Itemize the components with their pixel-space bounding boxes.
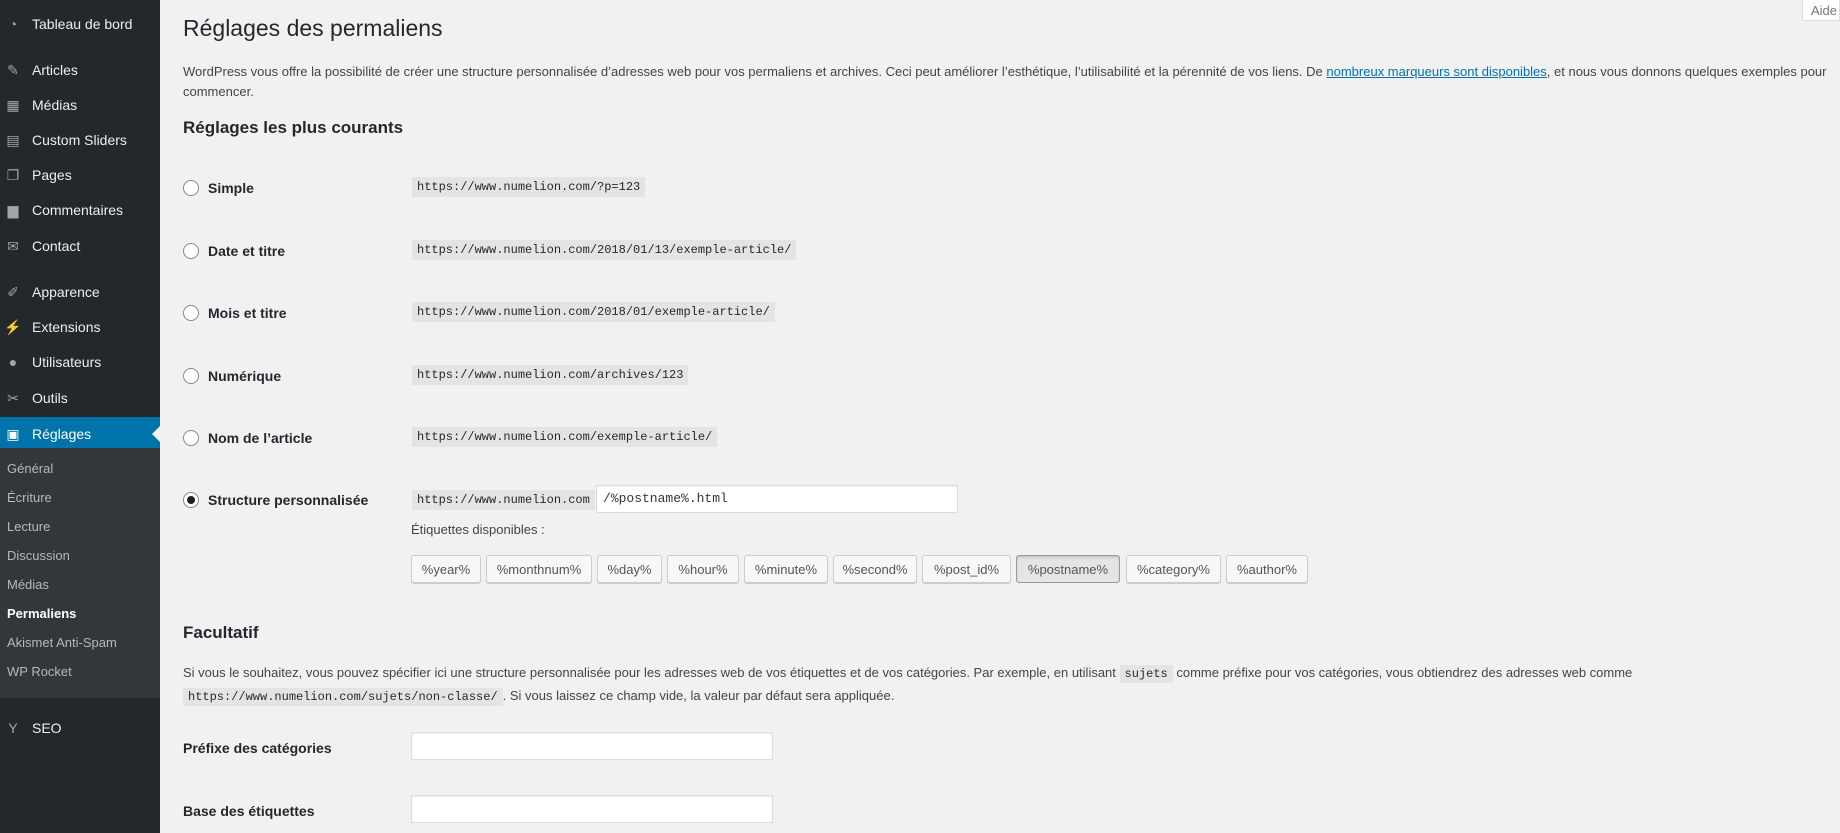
option-label: Mois et titre: [208, 305, 287, 321]
sidebar-item-label: Utilisateurs: [32, 354, 102, 370]
sidebar-item-outils[interactable]: ✂ Outils: [0, 381, 160, 415]
radio-custom-structure[interactable]: [183, 492, 199, 508]
settings-icon: ▣: [6, 425, 20, 442]
submenu-item-discussion[interactable]: Discussion: [7, 548, 70, 563]
submenu-item-permaliens[interactable]: Permaliens: [7, 606, 76, 621]
common-settings-heading: Réglages les plus courants: [183, 118, 404, 137]
yoast-icon: Y: [8, 720, 18, 736]
optional-code-url: https://www.numelion.com/sujets/non-clas…: [183, 688, 503, 706]
sidebar-item-contact[interactable]: ✉ Contact: [0, 229, 160, 263]
pages-icon: ❐: [6, 166, 20, 183]
radio-option[interactable]: [183, 305, 199, 321]
optional-code-prefix: sujets: [1119, 665, 1173, 683]
sidebar-item-label: Apparence: [32, 284, 100, 300]
media-icon: ▦: [6, 96, 20, 113]
option-example-url: https://www.numelion.com/2018/01/exemple…: [412, 302, 775, 322]
tag-button-second[interactable]: %second%: [833, 555, 917, 583]
tag-button-day[interactable]: %day%: [597, 555, 662, 583]
users-icon: ●: [8, 354, 18, 370]
sidebar-item-label: Médias: [32, 97, 78, 113]
tag-button-monthnum[interactable]: %monthnum%: [486, 555, 592, 583]
wrench-icon: ✂: [7, 389, 19, 406]
tag-button-minute[interactable]: %minute%: [744, 555, 828, 583]
sidebar-item-label: Contact: [32, 238, 81, 254]
option-example-url: https://www.numelion.com/archives/123: [412, 365, 689, 385]
tag-base-input[interactable]: [411, 795, 773, 823]
tag-button-category[interactable]: %category%: [1126, 555, 1221, 583]
submenu-item-akismet-anti-spam[interactable]: Akismet Anti-Spam: [7, 635, 117, 650]
custom-structure-base: https://www.numelion.com: [412, 490, 595, 510]
option-example-url: https://www.numelion.com/exemple-article…: [412, 427, 718, 447]
tag-base-label: Base des étiquettes: [183, 803, 315, 819]
submenu-item-lecture[interactable]: Lecture: [7, 519, 50, 534]
sidebar-item-apparence[interactable]: ✐ Apparence: [0, 275, 160, 309]
sidebar-item-label: Pages: [32, 167, 72, 183]
tags-documentation-link[interactable]: nombreux marqueurs sont disponibles: [1326, 64, 1546, 79]
option-label: Date et titre: [208, 243, 286, 259]
page-title: Réglages des permaliens: [183, 15, 443, 41]
category-base-label: Préfixe des catégories: [183, 740, 332, 756]
option-label: Simple: [208, 180, 254, 196]
tag-button-post-id[interactable]: %post_id%: [922, 555, 1011, 583]
optional-desc-part-3: . Si vous laissez ce champ vide, la vale…: [502, 688, 895, 703]
main-content: Aide Réglages des permaliens WordPress v…: [160, 0, 1840, 833]
submenu-item-ecriture[interactable]: Écriture: [7, 490, 52, 505]
paintbrush-icon: ✐: [7, 283, 19, 300]
sidebar-item-label: Extensions: [32, 319, 101, 335]
sidebar-item-label: Commentaires: [32, 202, 124, 218]
tag-button-postname[interactable]: %postname%: [1016, 555, 1120, 583]
custom-structure-input[interactable]: /%postname%.html: [596, 485, 958, 513]
sidebar-item-label: SEO: [32, 720, 62, 736]
slides-icon: ▤: [6, 131, 20, 148]
envelope-icon: ✉: [7, 237, 19, 254]
radio-option[interactable]: [183, 368, 199, 384]
sidebar-item-pages[interactable]: ❐ Pages: [0, 158, 160, 192]
submenu-item-wp-rocket[interactable]: WP Rocket: [7, 664, 72, 679]
sidebar-item-label: Custom Sliders: [32, 132, 127, 148]
optional-description: Si vous le souhaitez, vous pouvez spécif…: [183, 662, 1840, 708]
sidebar-item-articles[interactable]: ✎ Articles: [0, 53, 160, 87]
submenu-item-general[interactable]: Général: [7, 461, 53, 476]
tag-button-author[interactable]: %author%: [1226, 555, 1308, 583]
sidebar-item-medias[interactable]: ▦ Médias: [0, 88, 160, 122]
sidebar-item-label: Articles: [32, 62, 78, 78]
available-tags-label: Étiquettes disponibles :: [411, 522, 545, 537]
optional-heading: Facultatif: [183, 623, 259, 642]
sidebar-item-label: Tableau de bord: [32, 16, 133, 32]
sidebar-item-utilisateurs[interactable]: ● Utilisateurs: [0, 345, 160, 379]
sidebar-item-extensions[interactable]: ⚡ Extensions: [0, 310, 160, 344]
tag-button-hour[interactable]: %hour%: [667, 555, 739, 583]
plugin-icon: ⚡: [4, 318, 22, 335]
sidebar-item-label: Réglages: [32, 426, 92, 442]
settings-submenu: Général Écriture Lecture Discussion Médias Pe…: [0, 448, 160, 698]
tag-button-year[interactable]: %year%: [411, 555, 481, 583]
sidebar-item-label: Outils: [32, 390, 68, 406]
intro-text: WordPress vous offre la possibilité de c…: [183, 62, 1840, 102]
optional-desc-part-1: Si vous le souhaitez, vous pouvez spécif…: [183, 665, 1120, 680]
custom-structure-label: Structure personnalisée: [208, 492, 369, 508]
option-label: Nom de l’article: [208, 430, 313, 446]
help-tab-label: Aide: [1811, 2, 1838, 18]
sidebar-item-reglages[interactable]: ▣ Réglages: [0, 417, 160, 451]
optional-desc-part-2: comme préfixe pour vos catégories, vous …: [1172, 665, 1633, 680]
radio-option[interactable]: [183, 243, 199, 259]
admin-sidebar: ◔ Tableau de bord ✎ Articles ▦ Médias ▤ Custom …: [0, 0, 160, 833]
category-base-input[interactable]: [411, 732, 773, 760]
submenu-item-medias[interactable]: Médias: [7, 577, 49, 592]
option-label: Numérique: [208, 368, 282, 384]
option-example-url: https://www.numelion.com/2018/01/13/exem…: [412, 240, 797, 260]
radio-option[interactable]: [183, 430, 199, 446]
sidebar-item-custom-sliders[interactable]: ▤ Custom Sliders: [0, 123, 160, 157]
comment-icon: ▆: [7, 201, 19, 218]
sidebar-item-tableau-de-bord[interactable]: ◔ Tableau de bord: [0, 7, 160, 41]
option-example-url: https://www.numelion.com/?p=123: [412, 177, 646, 197]
radio-option[interactable]: [183, 180, 199, 196]
sidebar-item-commentaires[interactable]: ▆ Commentaires: [0, 193, 160, 227]
intro-text-before: WordPress vous offre la possibilité de c…: [183, 64, 1327, 79]
sidebar-item-seo[interactable]: Y SEO: [0, 711, 160, 745]
dashboard-icon: ◔: [8, 16, 18, 32]
pushpin-icon: ✎: [7, 61, 19, 78]
help-tab-button[interactable]: Aide: [1802, 0, 1840, 21]
